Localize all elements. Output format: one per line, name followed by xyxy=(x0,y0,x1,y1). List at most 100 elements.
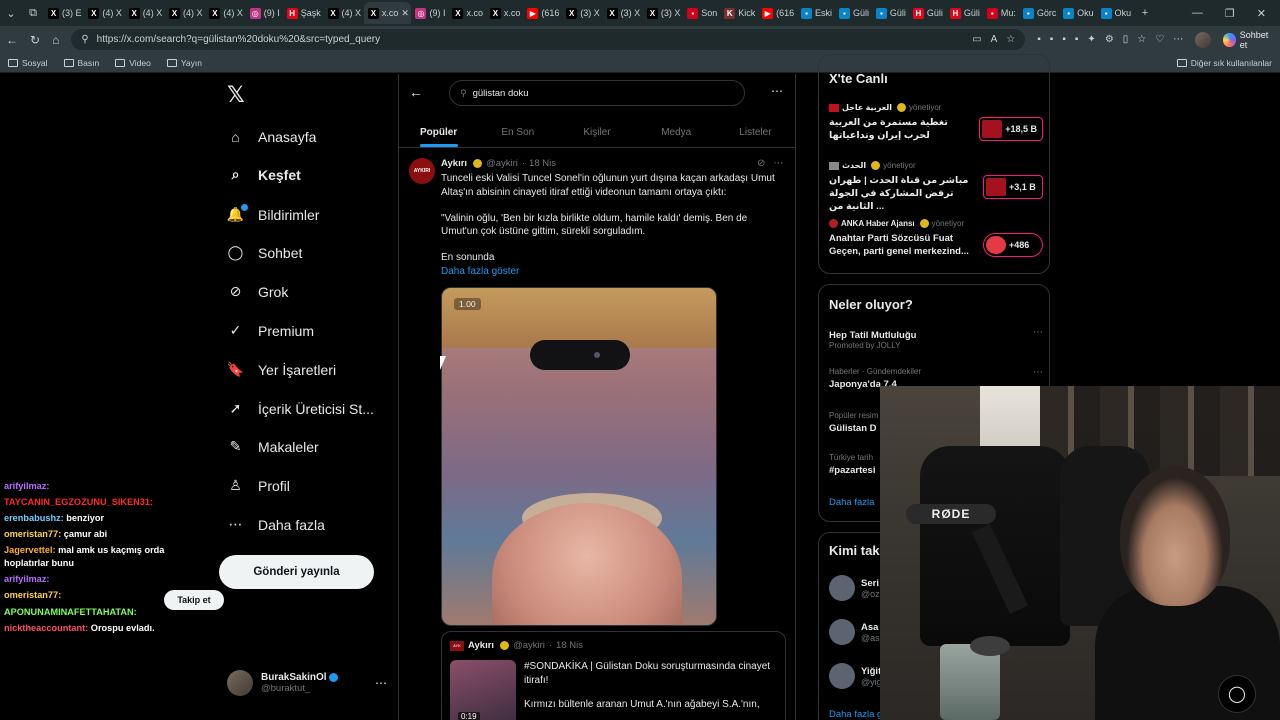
tweet-more-icon[interactable]: ⋯ xyxy=(773,158,783,169)
browser-more-icon[interactable]: ⋯ xyxy=(1173,34,1183,45)
browser-tab[interactable]: X (3) E xyxy=(44,2,84,24)
back-arrow-icon[interactable]: ← xyxy=(409,84,423,100)
other-bookmarks-button[interactable]: Diğer sık kullanılanlar xyxy=(1176,58,1272,68)
browser-tab[interactable]: X (4) X xyxy=(324,2,364,24)
browser-tab[interactable]: ▪ Son xyxy=(683,2,720,24)
x-logo-icon[interactable]: 𝕏 xyxy=(227,82,245,108)
browser-tab[interactable]: ▶ (616 xyxy=(758,2,797,24)
trend-more-icon[interactable]: ⋯ xyxy=(1033,367,1043,378)
close-window-icon[interactable]: ✕ xyxy=(1257,7,1266,20)
restore-icon[interactable]: ❐ xyxy=(1225,7,1235,20)
search-input[interactable] xyxy=(472,87,713,99)
favorite-star-icon[interactable]: ☆ xyxy=(1006,34,1015,45)
tweet-author-name[interactable]: Aykırı xyxy=(441,158,467,169)
nav-item-person[interactable]: ♙ Profil xyxy=(227,477,290,494)
browser-tab[interactable]: Xx.co xyxy=(486,2,523,24)
browser-tab[interactable]: ▪ Güli xyxy=(835,2,872,24)
tab-0[interactable]: Popüler xyxy=(399,118,478,147)
favorites-icon[interactable]: ☆ xyxy=(1137,34,1146,45)
browser-tab[interactable]: X (3) X xyxy=(603,2,643,24)
tab-menu-icon[interactable]: ⌄ xyxy=(0,2,22,24)
browser-tab[interactable]: X (4) X xyxy=(165,2,205,24)
tab-1[interactable]: En Son xyxy=(478,118,557,147)
site-info-icon[interactable]: ⚲ xyxy=(81,34,88,45)
show-more-link[interactable]: Daha fazla göster xyxy=(441,265,786,279)
post-button[interactable]: Gönderi yayınla xyxy=(219,555,374,589)
extension-icon[interactable]: ▪ xyxy=(1062,34,1066,45)
account-switcher[interactable]: BurakSakinOl @buraktut_ ⋯ xyxy=(227,670,387,696)
nav-item-bookmark[interactable]: 🔖 Yer İşaretleri xyxy=(227,361,336,378)
search-box[interactable]: ⚲ xyxy=(449,80,745,106)
nav-item-grok[interactable]: ⊘ Grok xyxy=(227,283,289,300)
nav-item-rocket[interactable]: ➚ İçerik Üreticisi St... xyxy=(227,400,374,417)
browser-tab[interactable]: ▪ Oku xyxy=(1059,2,1096,24)
browser-tab[interactable]: K Kick xyxy=(720,2,758,24)
bookmark-folder[interactable]: Yayın xyxy=(166,58,202,68)
browser-tab[interactable]: X (4) X xyxy=(205,2,245,24)
search-more-icon[interactable]: ⋯ xyxy=(771,84,783,98)
reload-icon[interactable]: ↻ xyxy=(30,33,40,47)
trends-show-more[interactable]: Daha fazla xyxy=(829,497,874,508)
bookmark-folder[interactable]: Video xyxy=(115,58,151,68)
browser-tab[interactable]: Xx.co ✕ xyxy=(363,2,412,24)
collections-icon[interactable]: ♡ xyxy=(1155,34,1164,45)
tweet-video[interactable]: 1.00 xyxy=(441,287,717,626)
browser-tab[interactable]: H Şaşk xyxy=(283,2,324,24)
extension-icon[interactable]: ▪ xyxy=(1075,34,1079,45)
extension-icon[interactable]: ▪ xyxy=(1050,34,1054,45)
browser-tab[interactable]: ▶ (616 xyxy=(523,2,562,24)
url-field[interactable]: ⚲ https://x.com/search?q=gülistan%20doku… xyxy=(71,29,1026,50)
copilot-button[interactable]: Sohbet et xyxy=(1223,30,1274,50)
profile-avatar[interactable] xyxy=(1195,31,1212,48)
tab-4[interactable]: Listeler xyxy=(716,118,795,147)
tab-3[interactable]: Medya xyxy=(637,118,716,147)
playback-speed[interactable]: 1.00 xyxy=(454,298,481,310)
live-viewers-badge[interactable]: +3,1 B xyxy=(983,175,1043,199)
browser-tab[interactable]: ▪ Oku xyxy=(1097,2,1134,24)
tweet-time[interactable]: 18 Nis xyxy=(529,158,556,169)
new-tab-icon[interactable]: + xyxy=(1134,2,1156,24)
live-viewers-badge[interactable]: +486 xyxy=(983,233,1043,257)
browser-tab[interactable]: Xx.co xyxy=(448,2,485,24)
quoted-tweet[interactable]: AYK Aykırı @aykiri · 18 Nis 0:19 #SONDAK… xyxy=(441,631,786,720)
minimize-icon[interactable]: — xyxy=(1192,7,1203,20)
url-text[interactable]: https://x.com/search?q=gülistan%20doku%2… xyxy=(97,34,965,45)
bookmark-folder[interactable]: Sosyal xyxy=(8,58,48,68)
live-item[interactable]: الحدث yönetiyor مباشر من قناة الحدث | طهرا… xyxy=(829,161,1043,213)
browser-tab[interactable]: ▪ Eski xyxy=(797,2,835,24)
bookmark-folder[interactable]: Basın xyxy=(63,58,99,68)
nav-item-search[interactable]: ⌕ Keşfet xyxy=(227,166,301,183)
zoom-icon[interactable]: A xyxy=(991,34,998,45)
browser-tab[interactable]: ▪ Mu: xyxy=(983,2,1019,24)
browser-tab[interactable]: X (3) X xyxy=(562,2,602,24)
nav-item-more-circle[interactable]: ⋯ Daha fazla xyxy=(227,516,325,533)
extension-icon[interactable]: ✦ xyxy=(1087,34,1095,45)
tweet-avatar[interactable]: AYKIRI xyxy=(409,158,435,184)
follow-button[interactable]: Takip et xyxy=(164,590,224,610)
browser-tab[interactable]: ▪ Görc xyxy=(1019,2,1059,24)
extension-icon[interactable]: ▪ xyxy=(1037,34,1041,45)
messages-fab-icon[interactable]: ◯ xyxy=(1218,675,1256,713)
trend-more-icon[interactable]: ⋯ xyxy=(1033,327,1043,338)
browser-tab[interactable]: ◎ (9) I xyxy=(246,2,283,24)
workspaces-icon[interactable]: ⧉ xyxy=(22,2,44,24)
home-browser-icon[interactable]: ⌂ xyxy=(52,33,59,47)
live-item[interactable]: ANKA Haber Ajansı yönetiyor Anahtar Parti … xyxy=(829,219,1043,258)
browser-tab[interactable]: H Güli xyxy=(946,2,983,24)
live-viewers-badge[interactable]: +18,5 B xyxy=(979,117,1043,141)
split-screen-icon[interactable]: ▯ xyxy=(1123,34,1129,45)
nav-item-home[interactable]: ⌂ Anasayfa xyxy=(227,128,316,145)
account-more-icon[interactable]: ⋯ xyxy=(375,676,387,690)
trend-item[interactable]: Hep Tatil Mutluluğu Promoted by JOLLY ⋯ xyxy=(829,327,1043,350)
nav-item-bell[interactable]: 🔔 Bildirimler xyxy=(227,204,319,223)
back-icon[interactable]: ← xyxy=(6,33,18,47)
reader-icon[interactable]: ▭ xyxy=(972,34,981,45)
browser-tab[interactable]: X (4) X xyxy=(125,2,165,24)
live-item[interactable]: العربية عاجل yönetiyor تغطية مستمرة من الع… xyxy=(829,103,1043,142)
grok-analyze-icon[interactable]: ⊘ xyxy=(757,158,765,169)
browser-tab[interactable]: ◎ (9) I xyxy=(411,2,448,24)
tweet-author-handle[interactable]: @aykiri xyxy=(486,158,518,169)
nav-item-chat[interactable]: ◯ Sohbet xyxy=(227,244,303,261)
browser-tab[interactable]: X (3) X xyxy=(643,2,683,24)
extensions-icon[interactable]: ⚙ xyxy=(1105,34,1114,45)
